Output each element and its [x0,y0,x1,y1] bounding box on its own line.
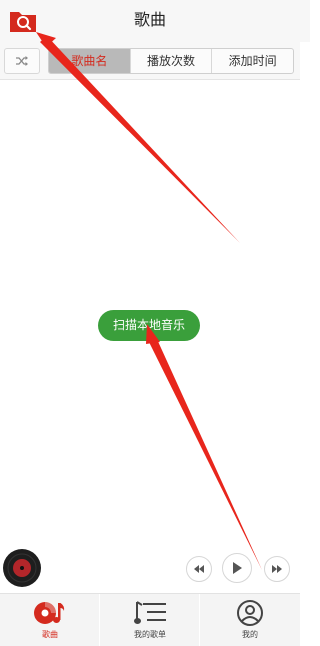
previous-button[interactable] [186,556,212,582]
arrow-to-scan [148,337,262,570]
shuffle-button[interactable] [4,48,40,74]
play-icon [233,562,242,574]
songs-icon [34,602,65,624]
nav-item-mine[interactable]: 我的 [200,594,300,646]
tab-song-name[interactable]: 歌曲名 [49,49,130,73]
tab-added-time[interactable]: 添加时间 [211,49,293,73]
now-playing-disc[interactable] [2,548,42,588]
bottom-nav: 歌曲 我的歌单 我的 [0,593,300,646]
nav-label-playlists: 我的歌单 [134,630,166,639]
sort-bar: 歌曲名 播放次数 添加时间 [0,42,300,80]
page-title: 歌曲 [133,12,166,29]
nav-item-songs[interactable]: 歌曲 [0,594,100,646]
profile-icon [237,600,263,626]
shuffle-icon [16,56,28,66]
nav-item-playlists[interactable]: 我的歌单 [100,594,200,646]
next-button[interactable] [264,556,290,582]
play-button[interactable] [222,553,252,583]
playlist-icon [134,601,166,624]
rewind-icon [194,565,204,573]
nav-label-songs: 歌曲 [42,630,58,639]
tab-play-count[interactable]: 播放次数 [129,49,212,73]
sort-tabs: 歌曲名 播放次数 添加时间 [48,48,294,74]
fast-forward-icon [272,565,282,573]
scan-local-music-button[interactable]: 扫描本地音乐 [98,310,200,341]
nav-label-mine: 我的 [242,630,258,639]
vinyl-disc-icon [3,549,41,587]
app-header: 歌曲 [0,0,310,42]
